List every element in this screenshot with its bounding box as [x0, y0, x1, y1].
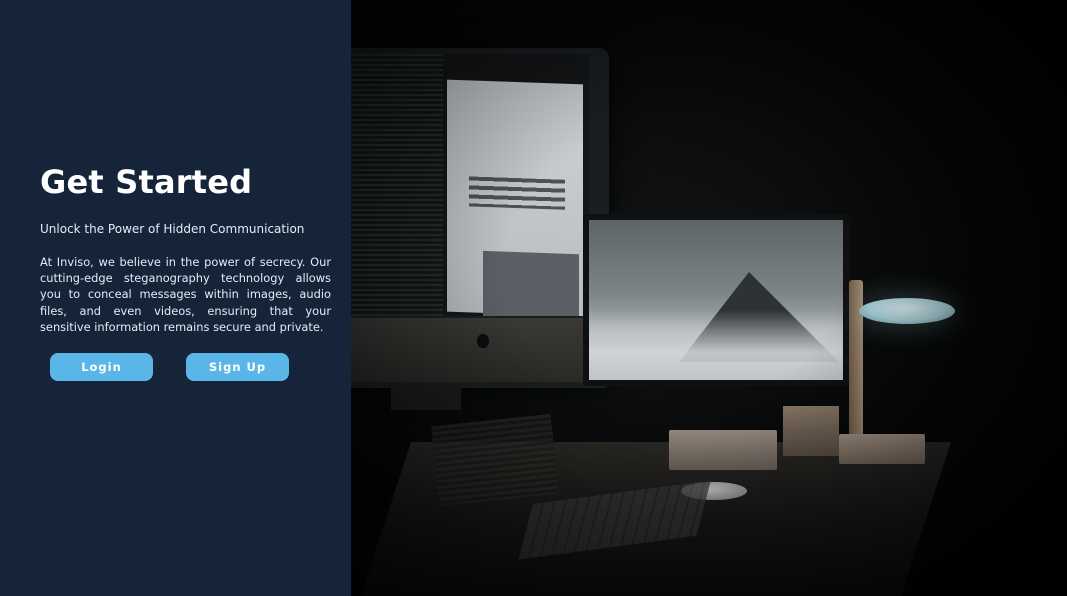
site-heading-lines [469, 176, 565, 210]
lamp-arm [849, 280, 863, 440]
code-editor-area [351, 54, 443, 316]
hero-description: At Inviso, we believe in the power of se… [40, 255, 331, 334]
monitor-chin [351, 318, 607, 382]
monitor-stand [391, 385, 461, 410]
portfolio-site-preview [447, 79, 583, 316]
hero-subtitle: Unlock the Power of Hidden Communication [40, 222, 305, 236]
desk-tray [669, 430, 777, 470]
lamp-icon [859, 298, 955, 324]
right-monitor-screen [589, 220, 843, 380]
login-button[interactable]: Login [50, 353, 153, 381]
signup-button[interactable]: Sign Up [186, 353, 289, 381]
left-monitor-screen [351, 54, 589, 316]
paper-stack [431, 413, 559, 507]
left-monitor [351, 48, 609, 388]
apple-logo-icon [477, 334, 489, 348]
page-title: Get Started [40, 163, 253, 201]
workspace-photo [351, 0, 1067, 596]
right-monitor [583, 214, 849, 386]
mist-wallpaper [589, 310, 843, 380]
desk-box [783, 406, 839, 456]
lamp-base [839, 434, 925, 464]
hero-panel: Get Started Unlock the Power of Hidden C… [0, 0, 351, 596]
site-project-card [483, 250, 579, 316]
landing-page: Get Started Unlock the Power of Hidden C… [0, 0, 1067, 596]
